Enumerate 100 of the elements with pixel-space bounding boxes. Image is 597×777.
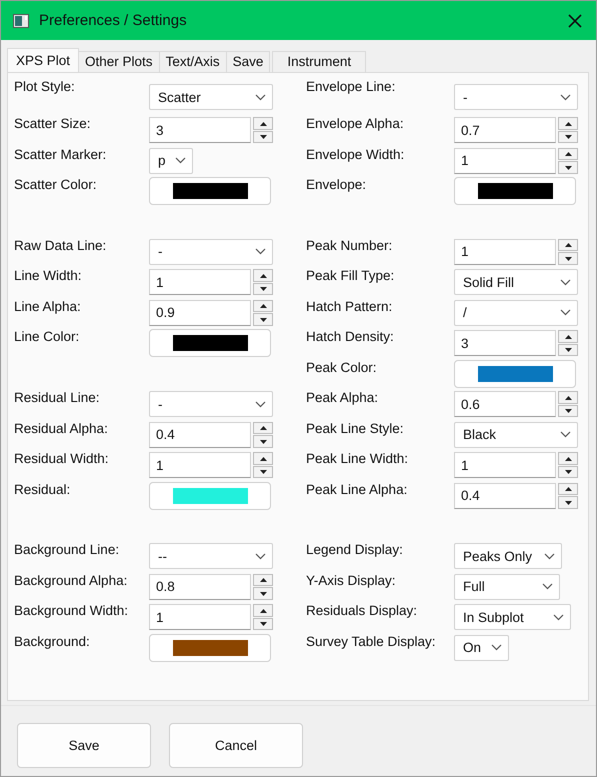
number-field[interactable]: 3 [454, 330, 556, 356]
field-label: Line Color: [14, 328, 80, 344]
color-button[interactable] [454, 360, 576, 388]
spin-down-button[interactable] [253, 435, 273, 448]
spin-down-button[interactable] [253, 282, 273, 296]
spin-up-button[interactable] [253, 604, 273, 617]
dropdown[interactable]: Full [454, 574, 560, 600]
up-triangle-icon [564, 334, 572, 338]
spin-down-button[interactable] [558, 161, 578, 174]
dropdown[interactable]: In Subplot [454, 604, 571, 630]
chevron-icon [255, 248, 266, 256]
spin-up-button[interactable] [253, 300, 273, 312]
chevron-icon [553, 614, 564, 621]
spin-down-button[interactable] [253, 313, 273, 326]
down-triangle-icon [564, 166, 572, 170]
window-title: Preferences / Settings [39, 12, 188, 29]
number-field[interactable]: 0.6 [454, 391, 556, 418]
spin-up-button[interactable] [253, 574, 273, 586]
dropdown[interactable]: - [149, 238, 273, 265]
color-button[interactable] [149, 329, 271, 358]
field-label: Background: [14, 632, 91, 648]
spin-down-button[interactable] [253, 130, 273, 144]
spin-up-button[interactable] [253, 422, 273, 434]
number-field[interactable]: 1 [149, 452, 251, 478]
dropdown[interactable]: Solid Fill [454, 269, 578, 296]
field-label: Peak Line Style: [306, 420, 405, 436]
tab[interactable]: Save [226, 51, 270, 72]
spin-up-button[interactable] [558, 452, 578, 465]
up-triangle-icon [564, 487, 572, 491]
field-label: Envelope Alpha: [306, 115, 405, 131]
close-icon[interactable] [568, 14, 582, 28]
tab[interactable]: XPS Plot [7, 48, 80, 72]
spin-down-button[interactable] [253, 587, 273, 600]
dropdown[interactable]: / [454, 300, 578, 326]
dropdown[interactable]: Peaks Only [454, 543, 562, 570]
number-field[interactable]: 0.8 [149, 574, 251, 600]
field-label: Peak Line Width: [306, 450, 410, 466]
up-triangle-icon [260, 426, 266, 430]
spin-down-button[interactable] [558, 130, 578, 144]
chevron-icon [255, 94, 266, 100]
dropdown[interactable]: -- [149, 543, 273, 570]
down-triangle-icon [564, 135, 572, 139]
color-button[interactable] [454, 177, 576, 206]
color-button[interactable] [149, 177, 271, 206]
number-field[interactable]: 0.4 [149, 422, 251, 448]
spin-up-button[interactable] [558, 391, 578, 404]
number-field[interactable]: 3 [149, 117, 251, 144]
spin-up-button[interactable] [558, 330, 578, 343]
number-field[interactable]: 1 [149, 604, 251, 630]
spin-down-button[interactable] [253, 466, 273, 478]
spin-up-button[interactable] [558, 117, 578, 130]
number-field[interactable]: 1 [454, 148, 556, 174]
field-label: Scatter Color: [14, 176, 98, 192]
field-label: Residual Width: [14, 450, 110, 466]
number-field[interactable]: 0.7 [454, 117, 556, 144]
color-button[interactable] [149, 482, 271, 510]
chevron-icon [560, 309, 571, 316]
spin-down-button[interactable] [558, 252, 578, 265]
window-icon [13, 14, 29, 28]
number-field[interactable]: 1 [454, 238, 556, 265]
spin-up-button[interactable] [253, 117, 273, 130]
field-label: Background Line: [14, 541, 120, 557]
spin-up-button[interactable] [558, 482, 578, 496]
up-triangle-icon [564, 122, 572, 126]
dropdown[interactable]: - [149, 391, 273, 418]
up-triangle-icon [260, 608, 266, 612]
spin-down-button[interactable] [558, 496, 578, 509]
number-field[interactable]: 1 [149, 269, 251, 296]
color-button[interactable] [149, 634, 271, 662]
dropdown[interactable]: - [454, 84, 578, 110]
spin-up-button[interactable] [253, 269, 273, 282]
field-label: Envelope Line: [306, 79, 396, 94]
dialog-button[interactable]: Save [17, 723, 151, 768]
field-label: Peak Line Alpha: [306, 480, 408, 496]
spin-down-button[interactable] [253, 618, 273, 630]
dialog-button[interactable]: Cancel [169, 723, 303, 768]
down-triangle-icon [564, 409, 572, 413]
field-label: Envelope: [306, 176, 368, 192]
field-label: Residual Alpha: [14, 420, 109, 436]
number-field[interactable]: 0.4 [454, 482, 556, 509]
spin-up-button[interactable] [558, 148, 578, 160]
field-label: Background Alpha: [14, 572, 128, 588]
dropdown[interactable]: Black [454, 422, 578, 448]
field-label: Line Width: [14, 267, 83, 283]
chevron-icon [542, 583, 553, 590]
down-triangle-icon [564, 348, 572, 352]
up-triangle-icon [564, 456, 572, 460]
dropdown[interactable]: On [454, 634, 509, 661]
spin-down-button[interactable] [558, 404, 578, 418]
spin-down-button[interactable] [558, 344, 578, 356]
spin-up-button[interactable] [558, 238, 578, 252]
spin-down-button[interactable] [558, 466, 578, 478]
tab[interactable]: Instrument [272, 51, 366, 72]
number-field[interactable]: 0.9 [149, 300, 251, 326]
down-triangle-icon [564, 256, 572, 260]
dropdown[interactable]: Scatter [149, 84, 273, 110]
up-triangle-icon [260, 578, 266, 582]
dropdown[interactable]: p [149, 148, 193, 174]
spin-up-button[interactable] [253, 452, 273, 465]
number-field[interactable]: 1 [454, 452, 556, 478]
